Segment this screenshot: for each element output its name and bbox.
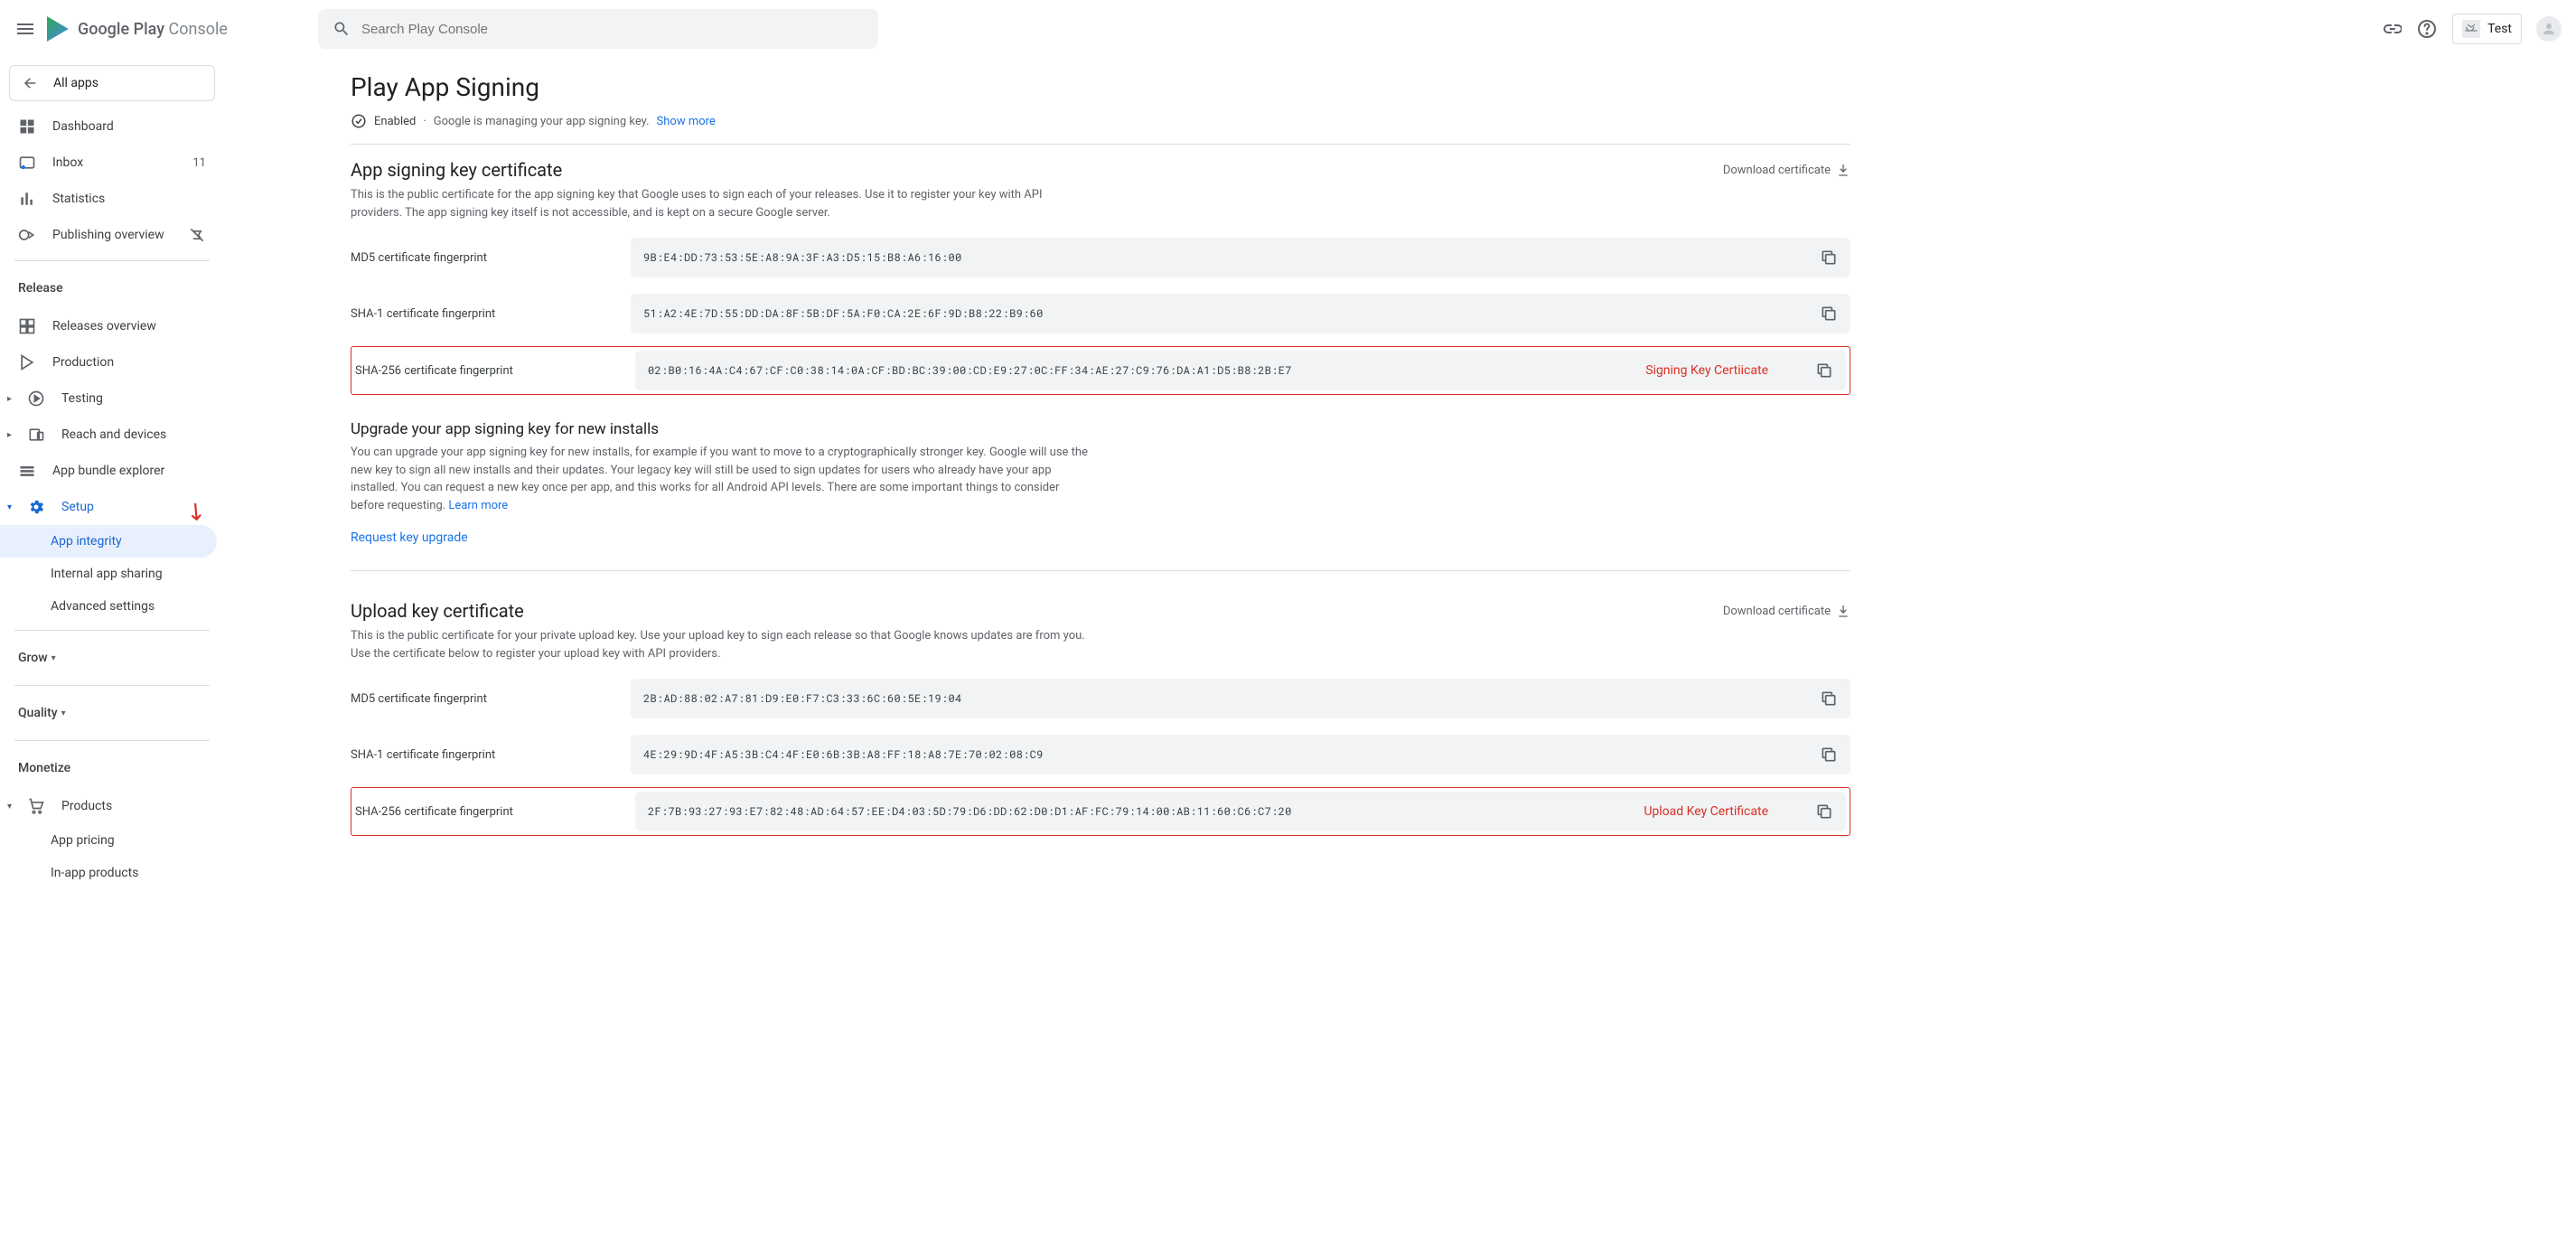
testing-icon [27,390,45,408]
sidebar-item-app-pricing[interactable]: App pricing [0,824,224,857]
link-icon[interactable] [2380,18,2402,40]
statistics-icon [18,190,36,208]
learn-more-link[interactable]: Learn more [448,499,508,512]
sidebar-item-publishing[interactable]: Publishing overview [0,217,224,253]
upload-md5-row: MD5 certificate fingerprint 2B:AD:88:02:… [351,679,1850,718]
inbox-icon [18,154,36,172]
sidebar-item-reach[interactable]: ▸ Reach and devices [0,417,224,453]
upload-desc: This is the public certificate for your … [351,627,1091,662]
sidebar-item-products[interactable]: ▾ Products [0,788,224,824]
upload-sha1-value: 4E:29:9D:4F:A5:3B:C4:4F:E0:6B:3B:A8:FF:1… [643,747,1809,762]
menu-icon[interactable] [14,18,36,40]
signing-desc: This is the public certificate for the a… [351,186,1091,221]
sidebar-item-app-integrity[interactable]: App integrity [0,525,217,558]
sidebar-item-dashboard[interactable]: Dashboard [0,108,224,145]
app-name: Test [2487,22,2512,36]
logo[interactable]: Google Play Console [47,16,228,42]
sidebar-section-quality[interactable]: Quality▾ [0,693,224,733]
download-signing-cert[interactable]: Download certificate [1723,163,1850,177]
devices-icon [27,426,45,444]
arrow-left-icon [23,75,39,91]
chevron-right-icon: ▸ [7,394,16,404]
sidebar-item-inbox[interactable]: Inbox 11 [0,145,224,181]
copy-icon[interactable] [1820,305,1838,323]
signing-sha1-row: SHA-1 certificate fingerprint 51:A2:4E:7… [351,294,1850,333]
sidebar-item-inapp[interactable]: In-app products [0,857,224,889]
show-more-link[interactable]: Show more [657,115,716,128]
avatar[interactable] [2536,16,2562,42]
signing-annotation: Signing Key Certiicate [1645,363,1768,378]
status-enabled: Enabled [374,115,416,128]
upgrade-desc: You can upgrade your app signing key for… [351,444,1091,514]
cart-icon [27,797,45,815]
page-title: Play App Signing [351,72,1850,102]
sidebar-item-releases-overview[interactable]: Releases overview [0,308,224,344]
upload-sha256-highlight: SHA-256 certificate fingerprint 2F:7B:93… [351,787,1850,836]
gear-icon [27,498,45,516]
dashboard-icon [18,117,36,136]
download-upload-cert[interactable]: Download certificate [1723,604,1850,618]
signing-sha256-highlight: SHA-256 certificate fingerprint 02:B0:16… [351,346,1850,395]
sidebar-item-production[interactable]: Production [0,344,224,380]
copy-icon[interactable] [1820,746,1838,764]
upload-annotation: Upload Key Certificate [1644,804,1768,819]
sidebar-item-statistics[interactable]: Statistics [0,181,224,217]
inbox-count: 11 [192,156,206,170]
request-upgrade-link[interactable]: Request key upgrade [351,530,468,545]
sidebar-section-release: Release [0,268,224,308]
signing-heading: App signing key certificate [351,159,562,181]
copy-icon[interactable] [1815,803,1833,821]
check-circle-icon [351,113,367,129]
publishing-icon [18,226,36,244]
app-icon [2462,20,2480,38]
search-icon [333,20,351,38]
sidebar-section-grow[interactable]: Grow▾ [0,638,224,678]
production-icon [18,353,36,371]
signing-sha256-row: SHA-256 certificate fingerprint 02:B0:16… [355,351,1846,390]
signing-md5-value: 9B:E4:DD:73:53:5E:A8:9A:3F:A3:D5:15:B8:A… [643,250,1809,265]
sidebar-item-advanced[interactable]: Advanced settings [0,590,224,623]
copy-icon[interactable] [1820,690,1838,708]
sidebar-section-monetize: Monetize [0,748,224,788]
upload-md5-value: 2B:AD:88:02:A7:81:D9:E0:F7:C3:33:6C:60:5… [643,691,1809,706]
annotation-arrow-icon: ↘ [180,495,212,529]
signing-sha256-value: 02:B0:16:4A:C4:67:CF:C0:38:14:0A:CF:BD:B… [648,363,1609,378]
search-input[interactable] [361,22,864,37]
sidebar-item-internal-sharing[interactable]: Internal app sharing [0,558,224,590]
upload-sha256-value: 2F:7B:93:27:93:E7:82:48:AD:64:57:EE:D4:0… [648,804,1607,819]
upgrade-heading: Upgrade your app signing key for new ins… [351,420,1850,438]
all-apps-button[interactable]: All apps [9,65,215,101]
bundle-icon [18,462,36,480]
upload-sha256-row: SHA-256 certificate fingerprint 2F:7B:93… [355,792,1846,831]
play-logo-icon [47,16,72,42]
signing-md5-row: MD5 certificate fingerprint 9B:E4:DD:73:… [351,238,1850,277]
copy-icon[interactable] [1820,249,1838,267]
help-icon[interactable] [2416,18,2438,40]
chevron-down-icon: ▾ [61,709,66,718]
sidebar-item-bundle-explorer[interactable]: App bundle explorer [0,453,224,489]
search-box[interactable] [318,9,878,49]
upload-sha1-row: SHA-1 certificate fingerprint 4E:29:9D:4… [351,735,1850,774]
releases-icon [18,317,36,335]
sidebar-item-testing[interactable]: ▸ Testing [0,380,224,417]
signing-sha1-value: 51:A2:4E:7D:55:DD:DA:8F:5B:DF:5A:F0:CA:2… [643,306,1809,321]
chevron-down-icon: ▾ [52,653,56,663]
status-text: Google is managing your app signing key. [434,115,650,128]
upload-heading: Upload key certificate [351,600,524,622]
app-selector[interactable]: Test [2452,14,2522,44]
download-icon [1836,163,1850,177]
chevron-right-icon: ▸ [7,430,16,440]
chevron-down-icon: ▾ [7,802,16,812]
changes-off-icon [188,226,206,244]
copy-icon[interactable] [1815,361,1833,380]
sidebar-item-setup[interactable]: ▾ Setup ↘ [0,489,224,525]
brand-text: Google Play Console [78,20,228,39]
download-icon [1836,604,1850,618]
chevron-down-icon: ▾ [7,502,16,512]
